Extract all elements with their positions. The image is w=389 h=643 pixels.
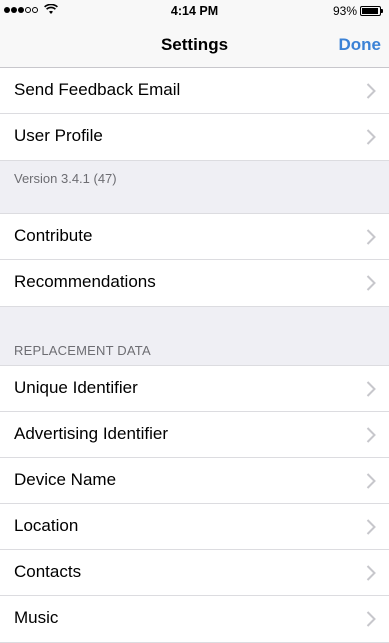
list-item-label: Contribute (14, 226, 93, 245)
done-button[interactable]: Done (339, 35, 382, 55)
community-group: Contribute Recommendations (0, 213, 389, 307)
list-item-label: Advertising Identifier (14, 424, 169, 443)
battery-icon (360, 6, 383, 16)
chevron-right-icon (366, 426, 376, 444)
list-item-label: Location (14, 516, 79, 535)
battery-percentage: 93% (332, 4, 357, 18)
status-time: 4:14 PM (170, 4, 219, 18)
list-item-label: User Profile (14, 126, 103, 145)
battery-fill (362, 8, 378, 14)
status-bar: 4:14 PM 93% (0, 0, 389, 22)
list-item-recommendations[interactable]: Recommendations (0, 260, 389, 306)
chevron-right-icon (366, 564, 376, 582)
chevron-right-icon (366, 610, 376, 628)
section-title: REPLACEMENT DATA (14, 343, 151, 358)
chevron-right-icon (366, 518, 376, 536)
list-item-contribute[interactable]: Contribute (0, 214, 389, 260)
list-item-label: Contacts (14, 562, 82, 581)
version-label: Version 3.4.1 (47) (14, 171, 117, 186)
support-group: Send Feedback Email User Profile (0, 68, 389, 161)
list-item-device-name[interactable]: Device Name (0, 458, 389, 504)
list-item-label: Device Name (14, 470, 117, 489)
list-item-label: Unique Identifier (14, 378, 138, 397)
replacement-data-group: Unique Identifier Advertising Identifier… (0, 365, 389, 643)
list-item-music[interactable]: Music (0, 596, 389, 642)
chevron-right-icon (366, 380, 376, 398)
list-item-unique-identifier[interactable]: Unique Identifier (0, 366, 389, 412)
list-item-label: Send Feedback Email (14, 80, 181, 99)
list-item-label: Recommendations (14, 272, 156, 291)
section-header-replacement-data: REPLACEMENT DATA (0, 307, 389, 365)
chevron-right-icon (366, 472, 376, 490)
chevron-right-icon (366, 82, 376, 100)
list-item-label: Music (14, 608, 59, 627)
list-item-advertising-identifier[interactable]: Advertising Identifier (0, 412, 389, 458)
navigation-bar: Settings Done (0, 22, 389, 68)
list-item-location[interactable]: Location (0, 504, 389, 550)
page-title: Settings (160, 35, 229, 54)
version-footer: Version 3.4.1 (47) (0, 161, 389, 213)
list-item-user-profile[interactable]: User Profile (0, 114, 389, 160)
chevron-right-icon (366, 228, 376, 246)
list-item-contacts[interactable]: Contacts (0, 550, 389, 596)
settings-list: Send Feedback Email User Profile Version… (0, 68, 389, 643)
chevron-right-icon (366, 274, 376, 292)
list-item-send-feedback-email[interactable]: Send Feedback Email (0, 68, 389, 114)
chevron-right-icon (366, 128, 376, 146)
